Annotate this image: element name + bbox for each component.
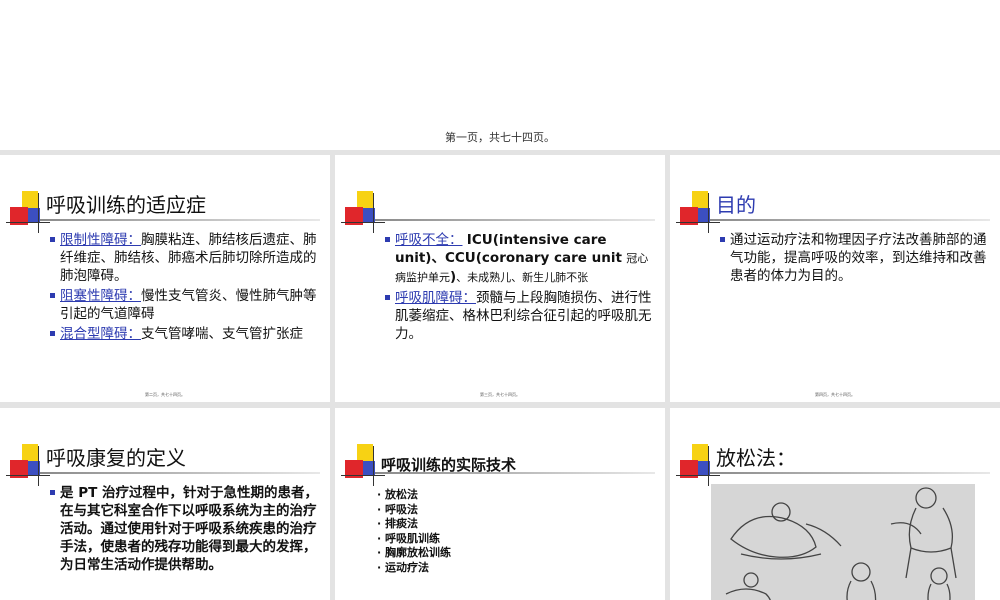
slide-title: 目的 bbox=[716, 193, 756, 217]
slide-relaxation[interactable]: 放松法： bbox=[670, 408, 1000, 600]
slide-body: 是 PT 治疗过程中，针对于急性期的患者，在与其它科室合作下以呼吸系统为主的治疗… bbox=[50, 484, 318, 576]
title-rule bbox=[375, 472, 655, 474]
list-item: 通过运动疗法和物理因子疗法改善肺部的通气功能，提高呼吸的效率，到达维持和改善患者… bbox=[720, 231, 988, 285]
slide-decoration bbox=[676, 444, 720, 488]
title-rule bbox=[710, 219, 990, 221]
slide-footer: 第四页，共七十四页。 bbox=[815, 392, 855, 397]
term-respiratory-failure: 呼吸不全： bbox=[395, 232, 463, 248]
list-item: 阻塞性障碍：慢性支气管炎、慢性肺气肿等引起的气道障碍 bbox=[50, 287, 318, 323]
item-text: 通过运动疗法和物理因子疗法改善肺部的通气功能，提高呼吸的效率，到达维持和改善患者… bbox=[730, 232, 987, 284]
list-item: · 呼吸法 bbox=[377, 502, 419, 516]
slide-title: 放松法： bbox=[716, 446, 796, 470]
slide-decoration bbox=[676, 191, 720, 235]
slide-body: 呼吸不全： ICU(intensive care unit)、CCU(coron… bbox=[385, 231, 653, 345]
list-item: · 呼吸肌训练 bbox=[377, 531, 441, 545]
title-rule bbox=[375, 219, 655, 221]
slide-decoration bbox=[341, 444, 385, 488]
item-text-small2: 、未成熟儿、新生儿肺不张 bbox=[456, 271, 589, 284]
technique-list: · 放松法 · 呼吸法 · 排痰法 · 呼吸肌训练 · 胸廓放松训练 · 运动疗… bbox=[377, 488, 451, 575]
list-item: · 运动疗法 bbox=[377, 560, 430, 574]
slide-decoration bbox=[341, 191, 385, 235]
relaxation-illustration bbox=[711, 484, 975, 600]
item-text: 支气管哮喘、支气管扩张症 bbox=[141, 326, 303, 342]
title-rule bbox=[710, 472, 990, 474]
slide-footer: 第三页，共七十四页。 bbox=[480, 392, 520, 397]
slide-footer: 第二页，共七十四页。 bbox=[145, 392, 185, 397]
list-item: 混合型障碍：支气管哮喘、支气管扩张症 bbox=[50, 325, 318, 343]
slide-title: 呼吸训练的适应症 bbox=[46, 193, 206, 217]
term-obstructive: 阻塞性障碍： bbox=[60, 288, 141, 304]
item-text: 是 PT 治疗过程中，针对于急性期的患者，在与其它科室合作下以呼吸系统为主的治疗… bbox=[60, 485, 319, 573]
slide-decoration bbox=[6, 191, 50, 235]
previous-slide-area bbox=[0, 0, 1000, 150]
slide-decoration bbox=[6, 444, 50, 488]
slide-techniques[interactable]: 呼吸训练的实际技术 · 放松法 · 呼吸法 · 排痰法 · 呼吸肌训练 · 胸廓… bbox=[335, 408, 665, 600]
slide-purpose[interactable]: 目的 通过运动疗法和物理因子疗法改善肺部的通气功能，提高呼吸的效率，到达维持和改… bbox=[670, 155, 1000, 402]
title-rule bbox=[40, 219, 320, 221]
list-item: 呼吸不全： ICU(intensive care unit)、CCU(coron… bbox=[385, 231, 653, 287]
slide-title: 呼吸康复的定义 bbox=[46, 446, 186, 470]
list-item: · 放松法 bbox=[377, 488, 419, 501]
term-mixed: 混合型障碍： bbox=[60, 326, 141, 342]
term-restrictive: 限制性障碍： bbox=[60, 232, 141, 248]
list-item: · 胸廓放松训练 bbox=[377, 546, 452, 559]
relaxation-drawing bbox=[725, 487, 957, 600]
slide-indications-cont[interactable]: 呼吸不全： ICU(intensive care unit)、CCU(coron… bbox=[335, 155, 665, 402]
slide-indications[interactable]: 呼吸训练的适应症 限制性障碍：胸膜粘连、肺结核后遗症、肺纤维症、肺结核、肺癌术后… bbox=[0, 155, 330, 402]
list-item: · 排痰法 bbox=[377, 517, 419, 530]
slide-body: 通过运动疗法和物理因子疗法改善肺部的通气功能，提高呼吸的效率，到达维持和改善患者… bbox=[720, 231, 988, 287]
slide-body: 限制性障碍：胸膜粘连、肺结核后遗症、肺纤维症、肺结核、肺癌术后肺切除所造成的肺泡… bbox=[50, 231, 318, 345]
page-caption: 第一页，共七十四页。 bbox=[445, 131, 555, 144]
list-item: 是 PT 治疗过程中，针对于急性期的患者，在与其它科室合作下以呼吸系统为主的治疗… bbox=[50, 484, 318, 574]
list-item: 限制性障碍：胸膜粘连、肺结核后遗症、肺纤维症、肺结核、肺癌术后肺切除所造成的肺泡… bbox=[50, 231, 318, 285]
slide-definition[interactable]: 呼吸康复的定义 是 PT 治疗过程中，针对于急性期的患者，在与其它科室合作下以呼… bbox=[0, 408, 330, 600]
title-rule bbox=[40, 472, 320, 474]
list-item: 呼吸肌障碍：颈髓与上段胸随损伤、进行性肌萎缩症、格林巴利综合征引起的呼吸肌无力。 bbox=[385, 289, 653, 343]
term-respiratory-muscle: 呼吸肌障碍： bbox=[395, 290, 476, 306]
